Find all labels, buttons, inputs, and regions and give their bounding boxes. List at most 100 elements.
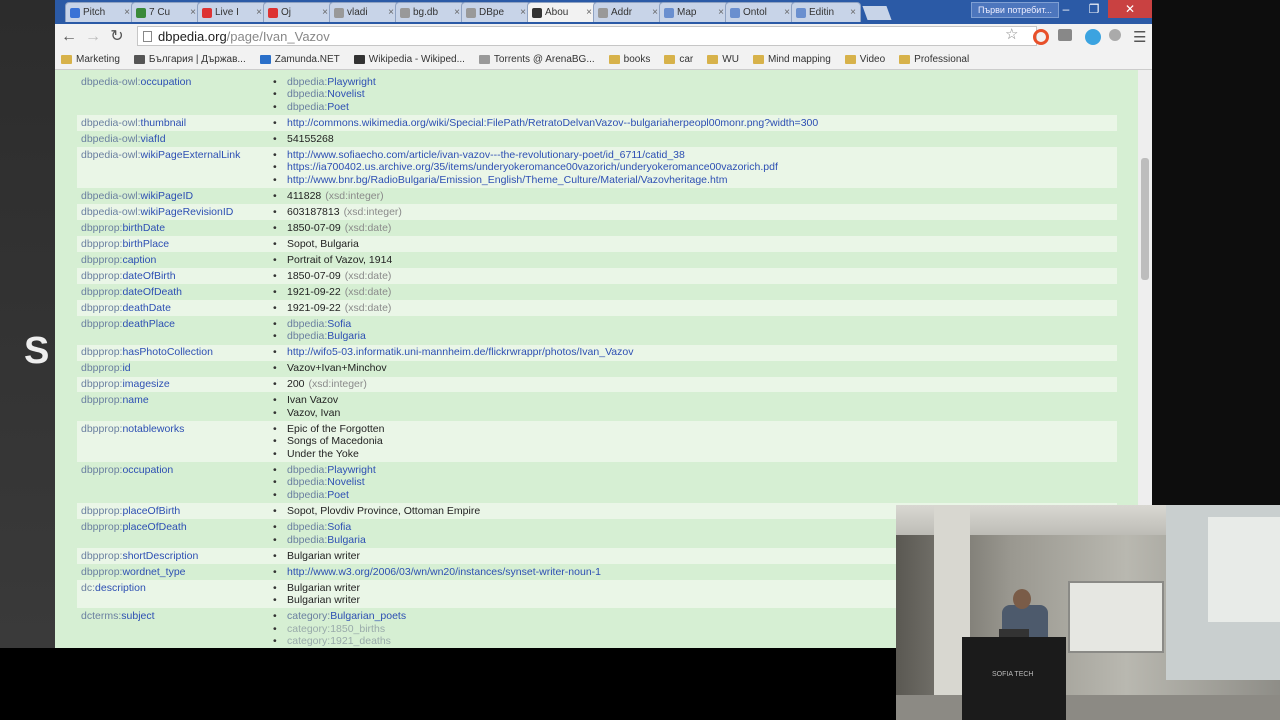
bookmark-6[interactable]: car bbox=[664, 54, 693, 65]
tab-close-icon[interactable]: × bbox=[850, 7, 856, 18]
property-local-name[interactable]: dateOfDeath bbox=[122, 286, 182, 298]
bookmark-8[interactable]: Mind mapping bbox=[752, 54, 831, 65]
bookmark-10[interactable]: Professional bbox=[899, 54, 969, 65]
property-name[interactable]: dbpprop:birthDate bbox=[77, 222, 273, 235]
value-link[interactable]: Playwright bbox=[327, 464, 375, 477]
bookmark-0[interactable]: Marketing bbox=[61, 54, 120, 65]
property-name[interactable]: dbpprop:dateOfDeath bbox=[77, 286, 273, 299]
property-local-name[interactable]: deathPlace bbox=[122, 318, 175, 330]
value-link[interactable]: http://www.sofiaecho.com/article/ivan-va… bbox=[287, 149, 685, 162]
property-local-name[interactable]: hasPhotoCollection bbox=[122, 346, 212, 358]
property-name[interactable]: dbpprop:placeOfDeath bbox=[77, 521, 273, 546]
tab-close-icon[interactable]: × bbox=[454, 7, 460, 18]
tab-8[interactable]: Addr × bbox=[593, 2, 663, 22]
property-local-name[interactable]: imagesize bbox=[122, 378, 169, 390]
bookmark-4[interactable]: Torrents @ ArenaBG... bbox=[478, 54, 595, 65]
property-local-name[interactable]: birthDate bbox=[122, 222, 165, 234]
value-link[interactable]: Bulgaria bbox=[327, 330, 366, 343]
reload-icon[interactable]: ↻ bbox=[105, 26, 129, 48]
tab-9[interactable]: Map × bbox=[659, 2, 729, 22]
property-local-name[interactable]: placeOfDeath bbox=[122, 521, 186, 533]
forward-arrow-icon[interactable]: → bbox=[81, 26, 105, 48]
tab-close-icon[interactable]: × bbox=[124, 7, 130, 18]
property-local-name[interactable]: wikiPageExternalLink bbox=[141, 149, 241, 161]
property-local-name[interactable]: wikiPageID bbox=[141, 190, 194, 202]
value-link[interactable]: https://ia700402.us.archive.org/35/items… bbox=[287, 161, 778, 174]
tab-close-icon[interactable]: × bbox=[652, 7, 658, 18]
value-link[interactable]: http://commons.wikimedia.org/wiki/Specia… bbox=[287, 117, 818, 130]
property-name[interactable]: dcterms:subject bbox=[77, 610, 273, 648]
tab-6[interactable]: DBpe × bbox=[461, 2, 531, 22]
property-name[interactable]: dbpprop:shortDescription bbox=[77, 550, 273, 563]
tab-5[interactable]: bg.db × bbox=[395, 2, 465, 22]
property-name[interactable]: dbpedia-owl:viafId bbox=[77, 133, 273, 146]
bookmark-5[interactable]: books bbox=[608, 54, 650, 65]
property-name[interactable]: dbpprop:imagesize bbox=[77, 378, 273, 391]
bookmark-3[interactable]: Wikipedia - Wikiped... bbox=[353, 54, 465, 65]
property-name[interactable]: dbpedia-owl:occupation bbox=[77, 76, 273, 114]
property-name[interactable]: dbpprop:hasPhotoCollection bbox=[77, 346, 273, 359]
tab-7[interactable]: Abou × bbox=[527, 2, 597, 22]
property-local-name[interactable]: caption bbox=[122, 254, 156, 266]
close-window-icon[interactable]: ✕ bbox=[1108, 0, 1152, 18]
value-link[interactable]: Novelist bbox=[327, 476, 364, 489]
value-link[interactable]: Sofia bbox=[327, 318, 351, 331]
value-link[interactable]: http://wifo5-03.informatik.uni-mannheim.… bbox=[287, 346, 633, 359]
scrollbar-thumb[interactable] bbox=[1141, 158, 1149, 280]
new-tab-button[interactable] bbox=[862, 6, 892, 20]
tab-10[interactable]: Ontol × bbox=[725, 2, 795, 22]
property-local-name[interactable]: shortDescription bbox=[122, 550, 198, 562]
extension-blue-icon[interactable] bbox=[1085, 29, 1101, 45]
property-local-name[interactable]: subject bbox=[121, 610, 154, 622]
tab-close-icon[interactable]: × bbox=[322, 7, 328, 18]
property-local-name[interactable]: viafId bbox=[141, 133, 166, 145]
tab-close-icon[interactable]: × bbox=[388, 7, 394, 18]
property-local-name[interactable]: wikiPageRevisionID bbox=[141, 206, 234, 218]
extension-opera-icon[interactable] bbox=[1033, 29, 1049, 45]
bookmark-7[interactable]: WU bbox=[707, 54, 739, 65]
tab-close-icon[interactable]: × bbox=[256, 7, 262, 18]
property-local-name[interactable]: description bbox=[95, 582, 146, 594]
menu-icon[interactable]: ☰ bbox=[1133, 28, 1146, 46]
minimize-icon[interactable]: – bbox=[1052, 0, 1080, 18]
tab-11[interactable]: Editin × bbox=[791, 2, 861, 22]
bookmark-2[interactable]: Zamunda.NET bbox=[259, 54, 340, 65]
property-local-name[interactable]: placeOfBirth bbox=[122, 505, 180, 517]
property-local-name[interactable]: thumbnail bbox=[141, 117, 187, 129]
value-link[interactable]: http://www.w3.org/2006/03/wn/wn20/instan… bbox=[287, 566, 601, 579]
tab-2[interactable]: Live I × bbox=[197, 2, 267, 22]
property-name[interactable]: dbpprop:birthPlace bbox=[77, 238, 273, 251]
property-name[interactable]: dbpprop:deathPlace bbox=[77, 318, 273, 343]
value-link[interactable]: Bulgarian_poets bbox=[330, 610, 406, 623]
value-link[interactable]: Poet bbox=[327, 489, 349, 502]
property-local-name[interactable]: birthPlace bbox=[122, 238, 169, 250]
property-local-name[interactable]: occupation bbox=[141, 76, 192, 88]
tab-4[interactable]: vladi × bbox=[329, 2, 399, 22]
property-local-name[interactable]: id bbox=[122, 362, 130, 374]
address-bar[interactable]: dbpedia.org/page/Ivan_Vazov bbox=[137, 26, 1037, 46]
property-name[interactable]: dbpedia-owl:wikiPageID bbox=[77, 190, 273, 203]
property-name[interactable]: dbpprop:name bbox=[77, 394, 273, 419]
value-link-faded[interactable]: category:1921_deaths bbox=[287, 635, 391, 648]
tab-close-icon[interactable]: × bbox=[784, 7, 790, 18]
tab-1[interactable]: 7 Cu × bbox=[131, 2, 201, 22]
value-link[interactable]: Playwright bbox=[327, 76, 375, 89]
property-name[interactable]: dbpprop:occupation bbox=[77, 464, 273, 502]
tab-0[interactable]: Pitch × bbox=[65, 2, 135, 22]
value-link[interactable]: Poet bbox=[327, 101, 349, 114]
value-link[interactable]: http://www.bnr.bg/RadioBulgaria/Emission… bbox=[287, 174, 727, 187]
property-name[interactable]: dbpprop:dateOfBirth bbox=[77, 270, 273, 283]
property-name[interactable]: dbpprop:wordnet_type bbox=[77, 566, 273, 579]
property-name[interactable]: dbpprop:deathDate bbox=[77, 302, 273, 315]
value-link[interactable]: Bulgaria bbox=[327, 534, 366, 547]
property-name[interactable]: dbpprop:id bbox=[77, 362, 273, 375]
extension-grey-icon[interactable] bbox=[1109, 29, 1121, 41]
tab-close-icon[interactable]: × bbox=[718, 7, 724, 18]
tab-close-icon[interactable]: × bbox=[520, 7, 526, 18]
property-name[interactable]: dbpprop:notableworks bbox=[77, 423, 273, 461]
bookmark-9[interactable]: Video bbox=[844, 54, 885, 65]
property-local-name[interactable]: name bbox=[122, 394, 148, 406]
download-icon[interactable] bbox=[1058, 29, 1072, 41]
value-link[interactable]: Sofia bbox=[327, 521, 351, 534]
property-name[interactable]: dbpedia-owl:thumbnail bbox=[77, 117, 273, 130]
